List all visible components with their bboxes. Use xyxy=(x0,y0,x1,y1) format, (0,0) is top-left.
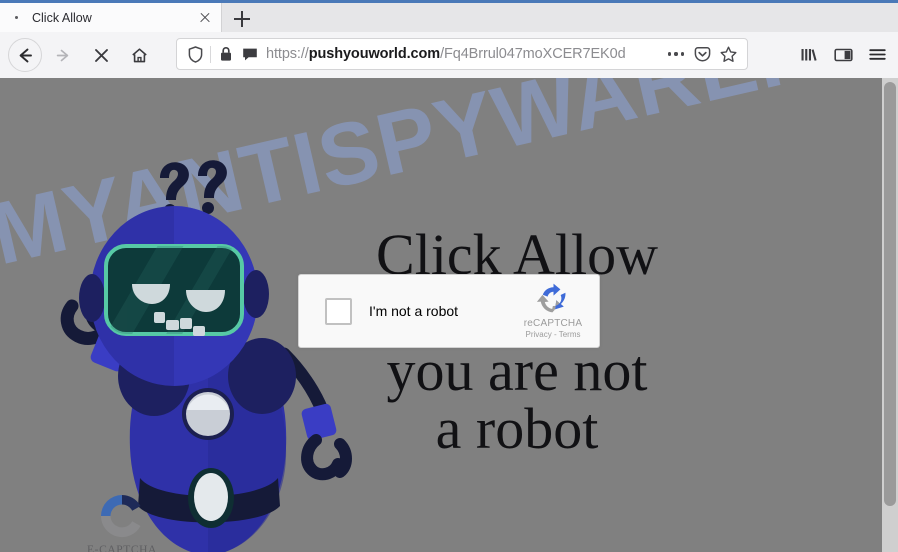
forward-arrow-icon xyxy=(56,49,68,61)
url-text: https://pushyouworld.com/Fq4Brrul047moXC… xyxy=(266,46,663,62)
url-bar[interactable]: https://pushyouworld.com/Fq4Brrul047moXC… xyxy=(176,38,748,70)
library-icon[interactable] xyxy=(792,38,826,70)
recaptcha-checkbox[interactable] xyxy=(324,297,352,325)
recaptcha-brand-name: reCAPTCHA xyxy=(523,318,583,329)
page-viewport: MYANTISPYWARE.COM Click Allow you are no… xyxy=(0,78,898,552)
pocket-save-icon[interactable] xyxy=(689,41,715,67)
url-path: /Fq4Brrul047moXCER7EK0d xyxy=(440,46,626,62)
robot-right-ear xyxy=(243,270,269,318)
url-bar-actions xyxy=(663,41,741,67)
forward-button xyxy=(46,38,80,72)
tracking-protection-shield-icon[interactable] xyxy=(183,45,207,63)
recaptcha-widget[interactable]: I'm not a robot reCAPTCHA Privacy - Term… xyxy=(298,274,600,348)
browser-chrome: Click Allow https://pushyouworld.com/Fq4… xyxy=(0,0,898,78)
robot-left-ear xyxy=(79,274,105,322)
tab-favicon-icon xyxy=(10,12,22,24)
browser-tab[interactable]: Click Allow xyxy=(0,3,222,32)
vertical-scrollbar[interactable] xyxy=(882,78,898,552)
ecaptcha-c-icon xyxy=(96,490,148,542)
recaptcha-checkbox-label: I'm not a robot xyxy=(369,303,459,319)
url-divider xyxy=(210,45,211,63)
hamburger-menu-icon[interactable] xyxy=(860,38,894,70)
back-button[interactable] xyxy=(8,38,42,72)
ecaptcha-label: E-CAPTCHA xyxy=(87,544,157,552)
recaptcha-logo-icon xyxy=(536,283,570,317)
toolbar-right-actions xyxy=(792,38,894,70)
sidebar-toggle-icon[interactable] xyxy=(826,38,860,70)
scrollbar-thumb[interactable] xyxy=(884,82,896,506)
star-bookmark-icon[interactable] xyxy=(715,41,741,67)
recaptcha-checkbox-area[interactable] xyxy=(299,297,377,325)
stop-x-icon xyxy=(94,48,108,62)
home-icon xyxy=(131,47,147,62)
home-button[interactable] xyxy=(122,38,156,72)
notification-permission-icon[interactable] xyxy=(238,47,262,62)
tab-title: Click Allow xyxy=(32,10,92,25)
url-host: pushyouworld.com xyxy=(308,46,441,62)
page-actions-ellipsis-icon[interactable] xyxy=(663,41,689,67)
browser-window: Click Allow https://pushyouworld.com/Fq4… xyxy=(0,0,898,552)
recaptcha-branding: reCAPTCHA Privacy - Terms xyxy=(513,283,599,339)
tab-close-icon[interactable] xyxy=(195,8,215,28)
ecaptcha-logo: E-CAPTCHA xyxy=(62,490,182,552)
url-scheme: https:// xyxy=(266,46,309,62)
back-button-ring xyxy=(8,38,42,72)
padlock-icon[interactable] xyxy=(214,46,238,62)
new-tab-button[interactable] xyxy=(229,6,255,32)
tab-strip: Click Allow xyxy=(0,3,898,32)
stop-button[interactable] xyxy=(84,38,118,72)
recaptcha-legal-links[interactable]: Privacy - Terms xyxy=(513,330,593,339)
